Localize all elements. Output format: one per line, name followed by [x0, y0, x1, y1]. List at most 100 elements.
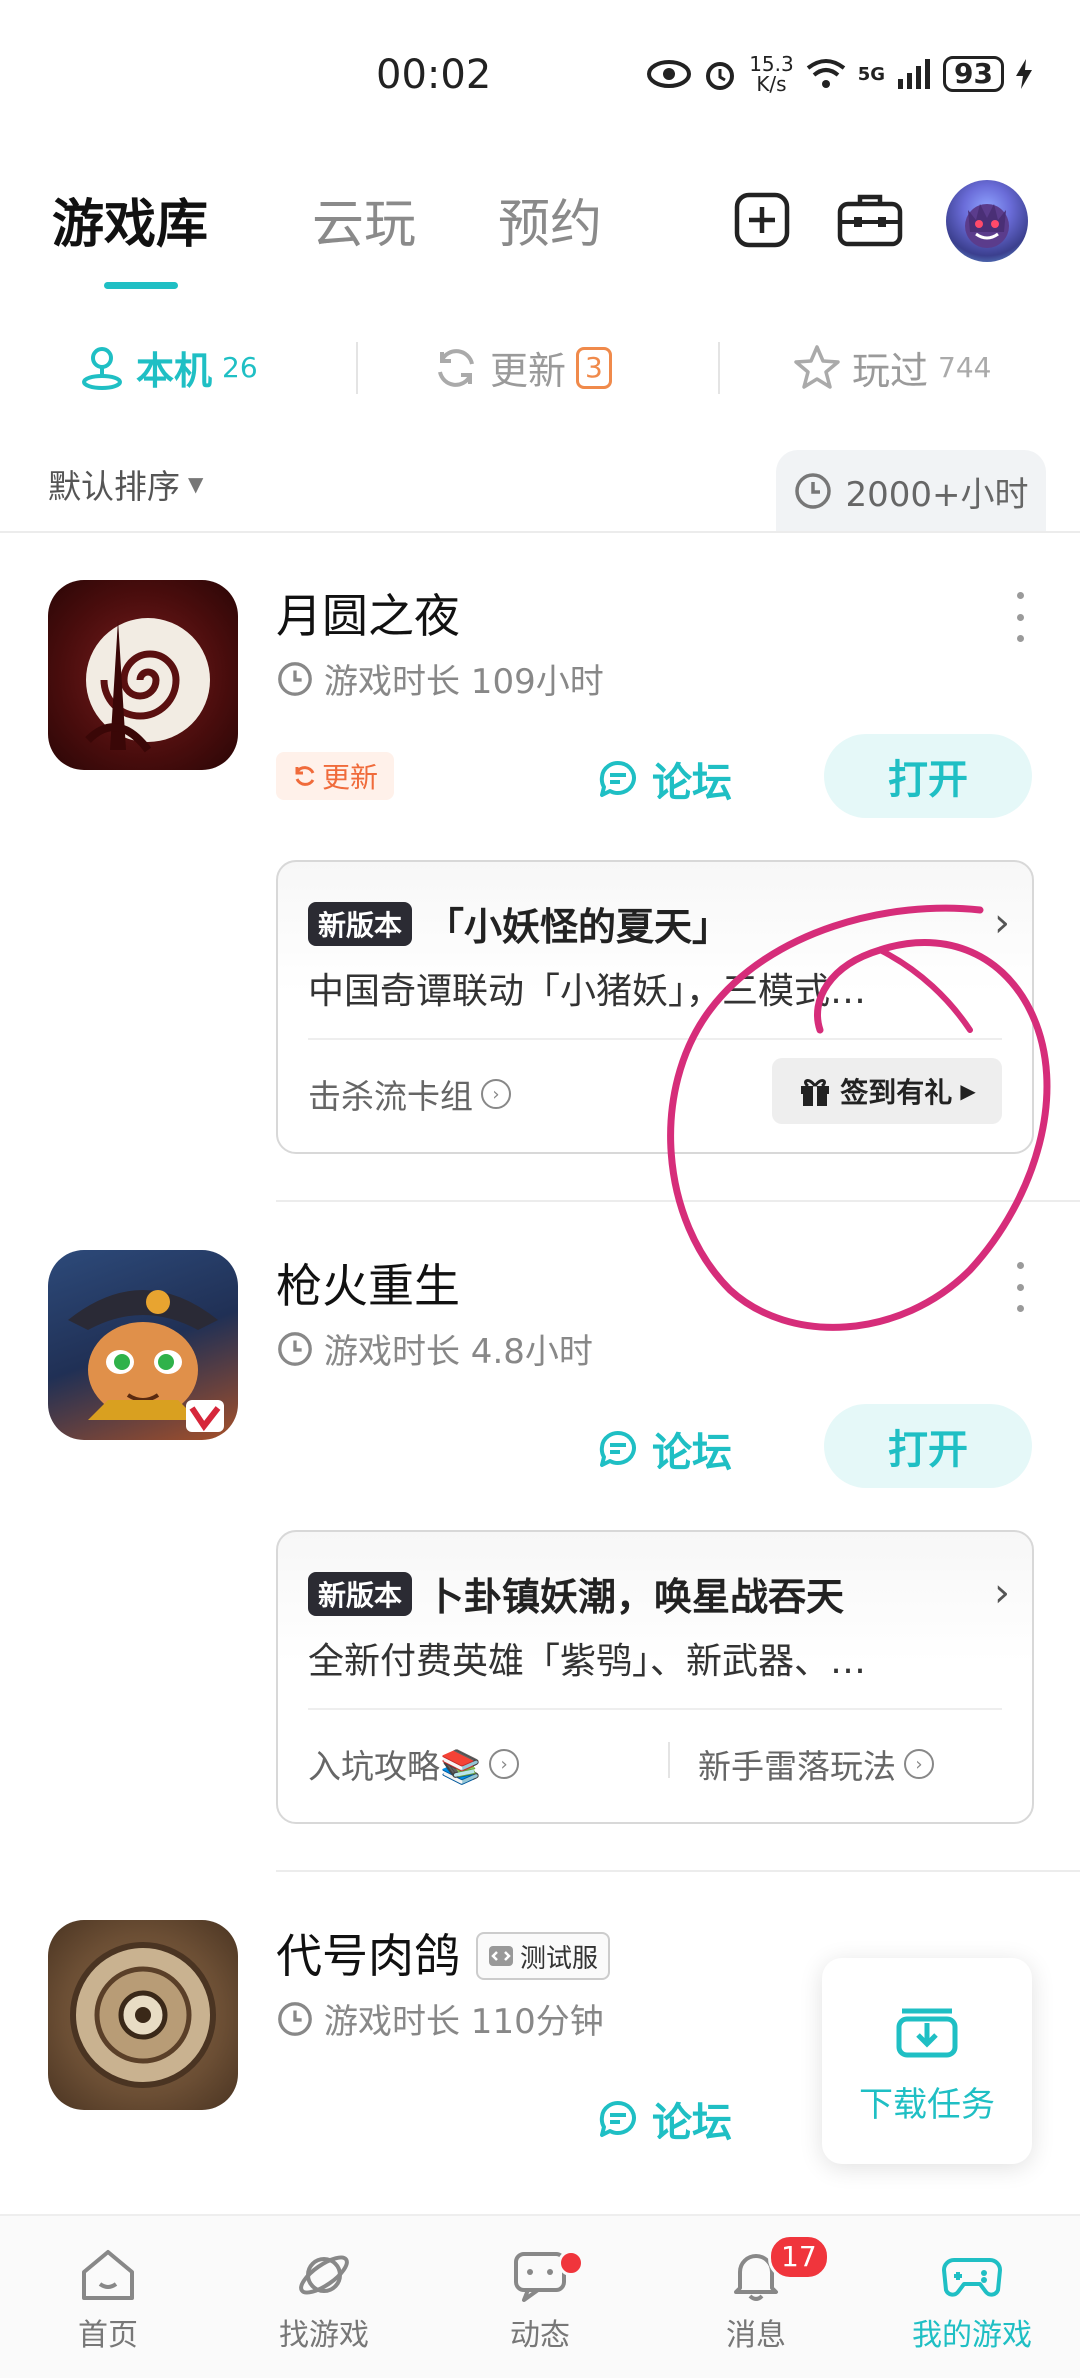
chevron-right-icon: › — [994, 1570, 1010, 1616]
forum-label: 论坛 — [652, 1430, 732, 1476]
nav-my-games[interactable]: 我的游戏 — [892, 2246, 1052, 2354]
tab-cloud-play[interactable]: 云玩 — [312, 182, 416, 257]
nav-messages[interactable]: 17 消息 — [676, 2234, 836, 2354]
nav-home[interactable]: 首页 — [28, 2246, 188, 2354]
row-divider — [276, 1200, 1080, 1202]
star-icon — [794, 344, 840, 389]
game-icon-gunfire-reborn[interactable] — [48, 1250, 238, 1440]
refresh-icon — [438, 348, 474, 387]
card-link-tips[interactable]: 新手雷落玩法 › — [698, 1740, 934, 1788]
beta-server-tag: 测试服 — [476, 1932, 611, 1980]
game-name[interactable]: 枪火重生 — [276, 1250, 460, 1316]
tab-reservation[interactable]: 预约 — [498, 182, 602, 257]
playtime-text: 游戏时长 4.8小时 — [324, 1332, 593, 1372]
more-options-icon[interactable] — [1010, 1262, 1030, 1312]
divider — [356, 342, 358, 394]
toolbox-icon[interactable] — [836, 190, 904, 250]
game-icon-codename-rogue[interactable] — [48, 1920, 238, 2110]
bottom-navigation: 首页 找游戏 动态 17 消息 我的游戏 — [0, 2214, 1080, 2378]
battery-indicator: 93 — [943, 56, 1004, 92]
forum-button[interactable]: 论坛 — [596, 750, 732, 808]
wifi-icon — [806, 59, 845, 88]
game-icon-moon-night[interactable] — [48, 580, 238, 770]
update-tag[interactable]: 更新 — [276, 752, 394, 800]
card-link-guide[interactable]: 入坑攻略📚 › — [308, 1740, 520, 1788]
card-divider — [308, 1708, 1002, 1710]
caret-down-icon: ▼ — [188, 472, 204, 496]
card-title-row: 新版本 卜卦镇妖潮，唤星战吞天 — [308, 1566, 844, 1621]
subtab-played-count: 744 — [938, 351, 992, 384]
open-game-button[interactable]: 打开 — [824, 734, 1032, 818]
caret-right-icon: ▶ — [960, 1079, 976, 1103]
playtime-filter[interactable]: 2000+小时 — [776, 450, 1046, 532]
chevron-right-icon: › — [994, 900, 1010, 946]
game-playtime: 游戏时长 109小时 — [276, 654, 604, 703]
gift-icon — [801, 1079, 830, 1106]
download-task-label: 下载任务 — [859, 2084, 995, 2125]
game-playtime: 游戏时长 110分钟 — [276, 1994, 604, 2043]
subtab-updates-label: 更新 — [490, 349, 567, 393]
subtab-local-label: 本机 — [136, 349, 213, 393]
code-icon — [489, 1946, 513, 1966]
subtab-played[interactable]: 玩过 744 — [792, 340, 991, 395]
playtime-text: 游戏时长 110分钟 — [324, 2002, 604, 2042]
download-tray-icon — [896, 2008, 958, 2057]
forum-button[interactable]: 论坛 — [596, 1420, 732, 1478]
news-card[interactable]: 新版本 「小妖怪的夏天」 › 中国奇谭联动「小猪妖」，三模式… 击杀流卡组 › … — [276, 860, 1034, 1154]
download-task-button[interactable]: 下载任务 — [822, 1958, 1032, 2164]
playtime-filter-label: 2000+小时 — [845, 474, 1029, 515]
subtab-played-label: 玩过 — [852, 349, 929, 393]
status-time: 00:02 — [376, 52, 492, 98]
clock-icon — [795, 473, 832, 509]
eye-icon — [647, 60, 692, 88]
update-count-badge: 3 — [576, 346, 612, 389]
moon-spiral-art — [85, 618, 210, 753]
more-options-icon[interactable] — [1010, 592, 1030, 642]
sort-dropdown[interactable]: 默认排序 ▼ — [48, 460, 203, 508]
nav-messages-label: 消息 — [726, 2318, 786, 2353]
card-link-label: 击杀流卡组 — [308, 1077, 473, 1116]
forum-icon — [599, 2101, 636, 2137]
person-pin-icon — [82, 346, 122, 390]
clock-icon — [278, 1331, 312, 1366]
clock-icon — [278, 2001, 312, 2036]
add-icon[interactable] — [732, 190, 792, 250]
gamepad-icon — [942, 2258, 1002, 2297]
playtime-text: 游戏时长 109小时 — [324, 662, 604, 702]
card-link-deck[interactable]: 击杀流卡组 › — [308, 1070, 511, 1118]
new-version-badge: 新版本 — [308, 1571, 413, 1616]
game-name[interactable]: 代号肉鸽 — [276, 1920, 460, 1986]
unread-dot — [558, 2250, 584, 2276]
update-tag-label: 更新 — [321, 761, 378, 794]
active-tab-indicator — [104, 282, 178, 289]
avatar[interactable] — [946, 180, 1028, 262]
forum-button[interactable]: 论坛 — [596, 2090, 732, 2148]
clock-icon — [278, 661, 312, 696]
card-title-row: 新版本 「小妖怪的夏天」 — [308, 896, 730, 951]
card-link-label: 新手雷落玩法 — [698, 1747, 896, 1786]
card-link-label: 入坑攻略📚 — [308, 1747, 482, 1786]
subtab-local[interactable]: 本机 26 — [78, 340, 258, 395]
nav-feed[interactable]: 动态 — [460, 2246, 620, 2354]
new-version-badge: 新版本 — [308, 901, 413, 946]
tab-game-library[interactable]: 游戏库 — [52, 182, 208, 257]
forum-icon — [599, 1431, 636, 1467]
open-game-button[interactable]: 打开 — [824, 1404, 1032, 1488]
news-card[interactable]: 新版本 卜卦镇妖潮，唤星战吞天 › 全新付费英雄「紫鸮」、新武器、… 入坑攻略📚… — [276, 1530, 1034, 1824]
checkin-gift-button[interactable]: 签到有礼 ▶ — [772, 1058, 1002, 1124]
subtab-local-count: 26 — [222, 351, 258, 384]
sort-label: 默认排序 — [48, 467, 180, 506]
nav-home-label: 首页 — [78, 2318, 138, 2353]
game-name[interactable]: 月圆之夜 — [276, 580, 460, 646]
subtab-updates[interactable]: 更新 3 — [432, 340, 612, 395]
nav-discover-label: 找游戏 — [279, 2318, 369, 2353]
network-type: 5G — [857, 63, 886, 85]
card-title: 卜卦镇妖潮，唤星战吞天 — [426, 1575, 845, 1619]
vault-eye-art — [70, 1942, 216, 2088]
home-icon — [82, 2250, 134, 2300]
card-description: 全新付费英雄「紫鸮」、新武器、… — [308, 1641, 867, 1682]
nav-discover[interactable]: 找游戏 — [244, 2246, 404, 2354]
circle-arrow-icon: › — [481, 1079, 511, 1109]
message-count-badge: 17 — [768, 2234, 830, 2280]
refresh-icon — [295, 766, 315, 786]
